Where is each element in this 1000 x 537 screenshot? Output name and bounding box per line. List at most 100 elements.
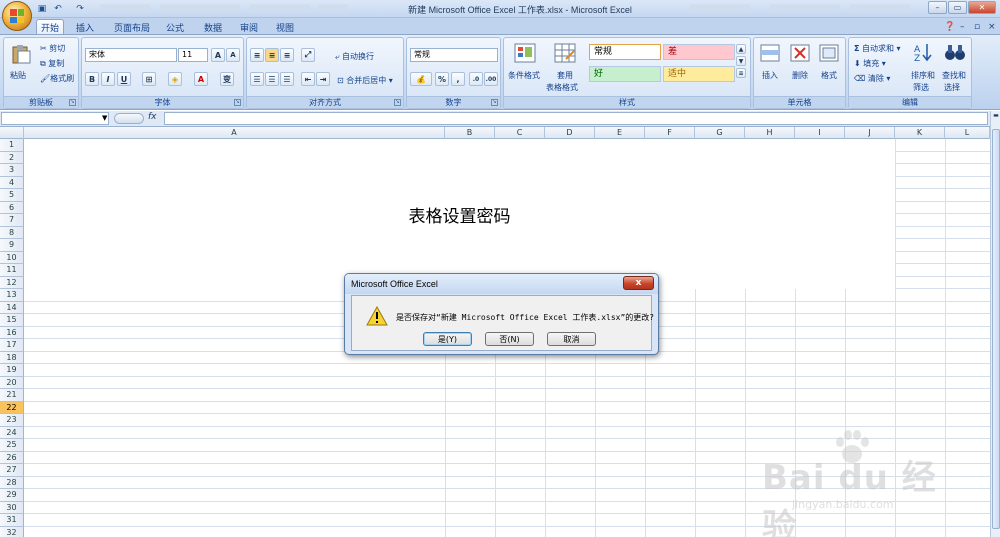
align-bottom-icon[interactable]: ≡: [280, 48, 294, 62]
column-header[interactable]: J: [845, 127, 895, 139]
row-header[interactable]: 15: [0, 314, 24, 327]
scrollbar-thumb[interactable]: [992, 129, 1000, 529]
row-header[interactable]: 27: [0, 464, 24, 477]
clipboard-launcher-icon[interactable]: ↘: [69, 99, 76, 106]
increase-indent-icon[interactable]: ⇥: [316, 72, 330, 86]
row-header[interactable]: 4: [0, 176, 24, 189]
styles-scroll-up-icon[interactable]: ▲: [736, 44, 746, 54]
conditional-format-icon[interactable]: [514, 43, 536, 63]
insert-cells-label[interactable]: 插入: [762, 70, 778, 81]
shrink-font-button[interactable]: A: [226, 48, 240, 62]
name-box[interactable]: [1, 112, 109, 125]
align-middle-icon[interactable]: ≡: [265, 48, 279, 62]
row-header[interactable]: 8: [0, 226, 24, 239]
grow-font-button[interactable]: A: [211, 48, 225, 62]
sort-filter-label-2[interactable]: 筛选: [913, 82, 929, 93]
table-format-label-2[interactable]: 表格格式: [546, 82, 578, 93]
border-icon[interactable]: ⊞: [142, 72, 156, 86]
align-top-icon[interactable]: ≡: [250, 48, 264, 62]
row-header[interactable]: 1: [0, 139, 24, 152]
percent-button[interactable]: %: [435, 72, 449, 86]
tab-view[interactable]: 视图: [272, 19, 298, 35]
formula-bar-handle[interactable]: [114, 113, 144, 124]
number-format-select[interactable]: 常规: [410, 48, 498, 62]
column-header[interactable]: H: [745, 127, 795, 139]
column-header[interactable]: L: [945, 127, 990, 139]
style-neutral[interactable]: 适中: [663, 66, 735, 82]
row-header[interactable]: 20: [0, 376, 24, 389]
select-all-corner[interactable]: [0, 127, 24, 139]
row-header[interactable]: 30: [0, 501, 24, 514]
ribbon-close-icon[interactable]: ×: [984, 19, 1000, 35]
sort-filter-label-1[interactable]: 排序和: [911, 70, 935, 81]
row-header[interactable]: 25: [0, 439, 24, 452]
formula-input[interactable]: [164, 112, 988, 125]
delete-cells-icon[interactable]: [789, 43, 811, 63]
tab-data[interactable]: 数据: [200, 19, 226, 35]
decrease-decimal-icon[interactable]: .00: [484, 72, 498, 86]
save-icon[interactable]: ▣: [36, 3, 48, 14]
row-header[interactable]: 22: [0, 401, 24, 414]
row-header[interactable]: 16: [0, 326, 24, 339]
column-header[interactable]: K: [895, 127, 945, 139]
row-header[interactable]: 11: [0, 264, 24, 277]
tab-page-layout[interactable]: 页面布局: [110, 19, 154, 35]
row-header[interactable]: 9: [0, 239, 24, 252]
row-header[interactable]: 14: [0, 301, 24, 314]
column-header[interactable]: G: [695, 127, 745, 139]
undo-icon[interactable]: ↶: [52, 3, 64, 14]
row-header[interactable]: 23: [0, 414, 24, 427]
row-header[interactable]: 17: [0, 339, 24, 352]
styles-scroll-down-icon[interactable]: ▼: [736, 56, 746, 66]
copy-button[interactable]: ⧉ 复制: [40, 58, 64, 69]
increase-decimal-icon[interactable]: .0: [469, 72, 483, 86]
row-header[interactable]: 13: [0, 289, 24, 302]
redo-icon[interactable]: ↷: [74, 3, 86, 14]
style-bad[interactable]: 差: [663, 44, 735, 60]
row-header[interactable]: 7: [0, 214, 24, 227]
row-header[interactable]: 32: [0, 526, 24, 537]
find-select-label-2[interactable]: 选择: [944, 82, 960, 93]
fill-button[interactable]: ⬇ 填充 ▾: [854, 58, 886, 69]
alignment-launcher-icon[interactable]: ↘: [394, 99, 401, 106]
row-header[interactable]: 18: [0, 351, 24, 364]
autosum-button[interactable]: Σ 自动求和 ▾: [854, 43, 901, 54]
orientation-icon[interactable]: ⤢: [301, 48, 315, 62]
name-box-dropdown-icon[interactable]: ▼: [102, 114, 107, 122]
align-center-icon[interactable]: ☰: [265, 72, 279, 86]
phonetic-icon[interactable]: 变: [220, 72, 234, 86]
dialog-titlebar[interactable]: Microsoft Office Excel x: [345, 274, 658, 294]
row-header[interactable]: 10: [0, 251, 24, 264]
no-button[interactable]: 否(N): [485, 332, 534, 346]
binoculars-icon[interactable]: [944, 42, 966, 62]
tab-home[interactable]: 开始: [36, 19, 65, 35]
office-button[interactable]: [2, 1, 32, 31]
row-header[interactable]: 6: [0, 201, 24, 214]
italic-button[interactable]: I: [101, 72, 115, 86]
column-header[interactable]: C: [495, 127, 545, 139]
column-header[interactable]: F: [645, 127, 695, 139]
column-header[interactable]: D: [545, 127, 595, 139]
row-header[interactable]: 2: [0, 151, 24, 164]
row-header[interactable]: 12: [0, 276, 24, 289]
format-cells-icon[interactable]: [818, 43, 840, 63]
tab-insert[interactable]: 插入: [72, 19, 98, 35]
row-header[interactable]: 31: [0, 514, 24, 527]
column-header[interactable]: A: [24, 127, 445, 139]
cut-button[interactable]: ✂ 剪切: [40, 43, 65, 54]
dialog-close-button[interactable]: x: [623, 276, 654, 290]
find-select-label-1[interactable]: 查找和: [942, 70, 966, 81]
yes-button[interactable]: 是(Y): [423, 332, 472, 346]
paste-icon[interactable]: [10, 44, 32, 64]
format-painter-button[interactable]: 🖌格式刷: [40, 73, 74, 84]
table-format-label-1[interactable]: 套用: [557, 70, 573, 81]
insert-cells-icon[interactable]: [759, 43, 781, 63]
merged-cell-a1-j12[interactable]: 表格设置密码: [24, 139, 895, 289]
font-size-select[interactable]: 11: [178, 48, 208, 62]
font-color-icon[interactable]: A: [194, 72, 208, 86]
conditional-format-label[interactable]: 条件格式: [508, 70, 540, 81]
format-cells-label[interactable]: 格式: [821, 70, 837, 81]
decrease-indent-icon[interactable]: ⇤: [301, 72, 315, 86]
row-header[interactable]: 19: [0, 364, 24, 377]
row-header[interactable]: 5: [0, 189, 24, 202]
